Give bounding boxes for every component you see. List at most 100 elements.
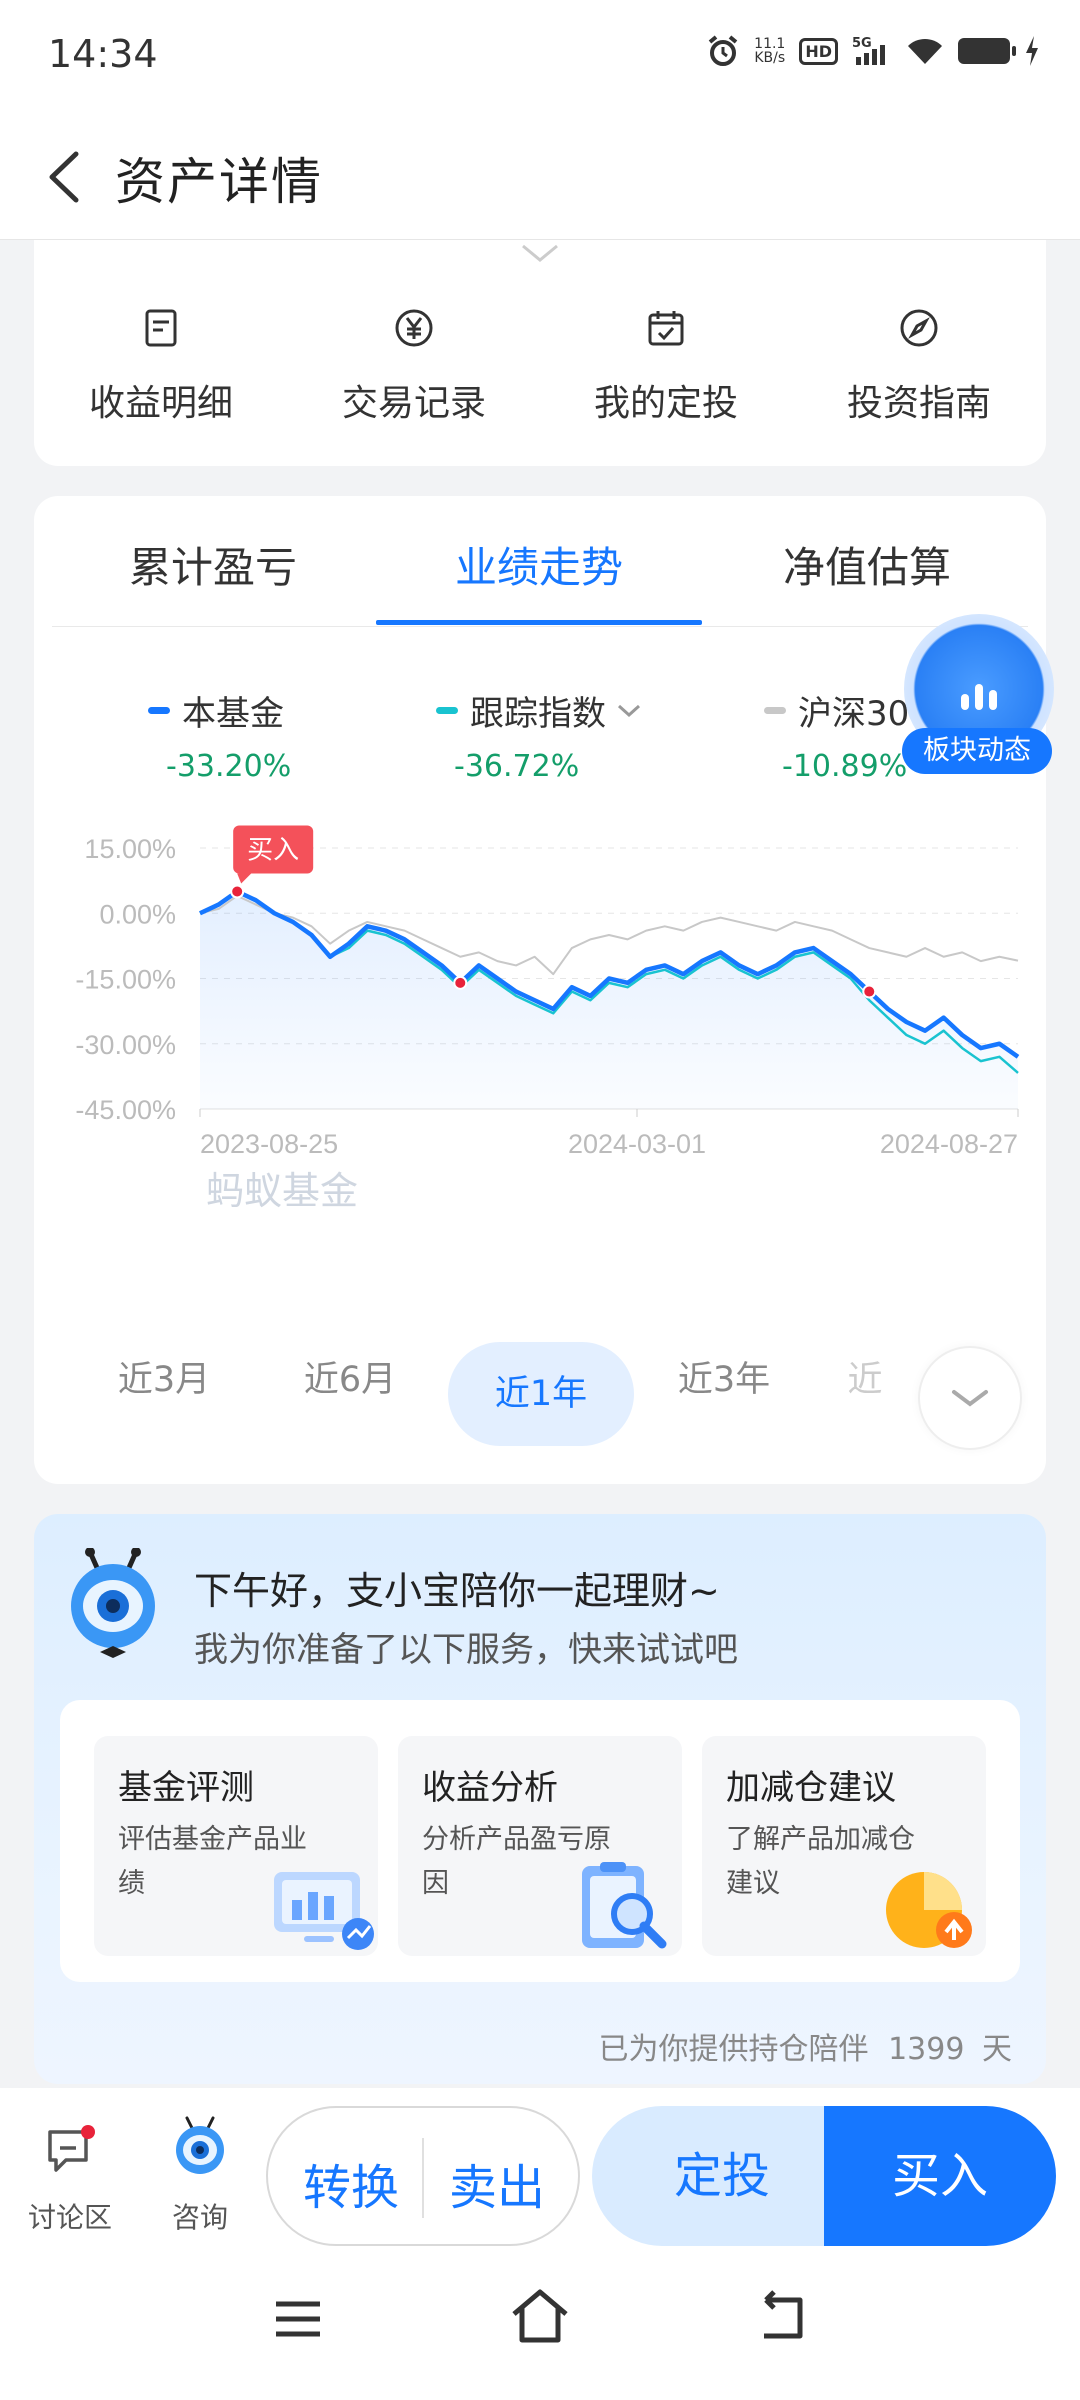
footer-days: 1399 [888,2032,965,2067]
assistant-greeting: 下午好，支小宝陪你一起理财~ [194,1569,720,1613]
y-tick-label: -30.00% [75,1030,176,1060]
legend-tracking-index[interactable]: 跟踪指数 -36.72% [436,686,644,784]
status-time: 14:34 [48,32,158,76]
charging-icon [1026,36,1038,66]
net-speed: 11.1 KB/s [754,36,786,66]
tab-divider [52,626,1028,627]
back-arrow-icon[interactable] [36,142,96,212]
legend-fund: 本基金 -33.20% [148,686,291,784]
pie-chart-icon [886,1872,972,1948]
buy-tag-pointer [237,873,252,884]
svg-text:5G: 5G [852,36,872,51]
mascot-consult-icon [176,2116,224,2174]
quick-actions-card: 收益明细 交易记录 我的定投 投资指南 [34,240,1046,466]
footer-suffix: 天 [982,2032,1012,2067]
quick-action-invest-guide[interactable]: 投资指南 [809,308,1029,426]
service-title: 加减仓建议 [726,1768,896,1808]
y-tick-label: 0.00% [99,899,176,929]
chart-watermark: 蚂蚁基金 [206,1171,358,1213]
tab-nav-estimate[interactable]: 净值估算 [702,534,1032,595]
convert-sell-group: 转换 卖出 [266,2106,580,2246]
quick-action-my-dingtou[interactable]: 我的定投 [556,308,776,426]
sell-button[interactable]: 卖出 [422,2148,572,2218]
collapse-chevron-icon[interactable] [519,242,561,266]
quick-action-label: 投资指南 [846,383,991,424]
page-title: 资产详情 [115,153,323,211]
fund-area-fill [200,891,1018,1109]
compass-icon [900,309,938,347]
monitor-chart-icon [274,1872,374,1950]
system-nav-bar [0,2250,1080,2400]
service-fund-evaluation[interactable]: 基金评测 评估基金产品业绩 [94,1736,378,1956]
period-1y[interactable]: 近1年 [448,1342,634,1446]
legend-value: -33.20% [166,749,292,784]
discuss-label: 讨论区 [27,2201,112,2234]
consult-button[interactable]: 咨询 [140,2088,260,2250]
yen-circle-icon [395,309,433,347]
period-3m[interactable]: 近3月 [74,1351,254,1402]
legend-value: -36.72% [454,749,580,784]
status-icons: 11.1 KB/s HD 5G [706,34,1040,68]
quick-action-profit-detail[interactable]: 收益明细 [51,308,271,426]
discuss-button[interactable]: 讨论区 [10,2088,130,2250]
status-bar: 14:34 11.1 KB/s HD 5G [0,0,1080,112]
y-tick-label: 15.00% [84,834,176,864]
assistant-subtitle: 我为你准备了以下服务，快来试试吧 [194,1630,738,1670]
x-tick-label: 2024-08-27 [880,1129,1018,1159]
y-tick-label: -45.00% [75,1095,176,1125]
legend-name: 本基金 [182,694,284,734]
buy-button[interactable]: 买入 [824,2106,1056,2246]
service-title: 基金评测 [118,1768,254,1808]
convert-button[interactable]: 转换 [276,2148,426,2218]
buy-point-marker [453,975,468,990]
wifi-icon [908,38,942,64]
chat-bubble-icon [48,2125,95,2172]
calendar-check-icon [648,311,684,346]
back-nav-icon[interactable] [752,2290,812,2346]
assistant-mascot-icon [71,1548,155,1658]
hd-icon: HD [799,37,838,65]
legend-name: 跟踪指数 [470,694,606,734]
tab-active-indicator [376,620,702,625]
footer-prefix: 已为你提供持仓陪伴 [598,2032,869,2067]
consult-label: 咨询 [171,2201,228,2234]
buy-point-marker [230,884,245,899]
quick-action-label: 交易记录 [341,383,486,424]
tab-cumulative-pnl[interactable]: 累计盈亏 [48,534,378,595]
service-title: 收益分析 [422,1768,558,1808]
bottom-action-bar: 讨论区 咨询 转换 卖出 定投 买入 [0,2088,1080,2250]
buy-tag-label: 买入 [247,836,299,866]
period-expand-button[interactable] [918,1346,1022,1450]
alarm-icon [708,35,738,66]
battery-icon [958,38,1016,64]
quick-action-label: 收益明细 [88,383,233,424]
quick-action-label: 我的定投 [593,383,738,424]
tab-performance-trend[interactable]: 业绩走势 [374,534,704,595]
legend-swatch [436,707,458,714]
home-icon[interactable] [506,2286,574,2346]
magnifier-report-icon [582,1862,667,1949]
y-tick-label: -15.00% [75,965,176,995]
chevron-down-icon [617,704,641,717]
list-icon [145,309,177,347]
period-6m[interactable]: 近6月 [260,1351,440,1402]
legend-swatch [148,707,170,714]
buy-point-marker [862,984,877,999]
service-position-advice[interactable]: 加减仓建议 了解产品加减仓建议 [702,1736,986,1956]
signal-5g-icon: 5G [852,36,885,65]
quick-action-trade-records[interactable]: 交易记录 [304,308,524,426]
page-header: 资产详情 [0,112,1080,240]
period-3y[interactable]: 近3年 [634,1351,814,1402]
assistant-services-panel: 基金评测 评估基金产品业绩 收益分析 分析产品盈亏原因 加减仓建议 了解产品加减… [60,1700,1020,1982]
dingtou-button[interactable]: 定投 [592,2106,852,2246]
performance-chart: 15.00% 0.00% -15.00% -30.00% -45.00% 蚂蚁基金 买入… [75,825,1020,1213]
assistant-card: 下午好，支小宝陪你一起理财~ 我为你准备了以下服务，快来试试吧 基金评测 评估基… [34,1514,1046,2084]
performance-card: 累计盈亏 业绩走势 净值估算 本基金 -33.20% 跟踪指数 -36.72% … [34,496,1054,1484]
menu-icon[interactable] [270,2294,326,2344]
buy-tag: 买入 [233,825,314,884]
sector-dynamics-label[interactable]: 板块动态 [902,728,1052,774]
legend-swatch [764,707,786,714]
service-profit-analysis[interactable]: 收益分析 分析产品盈亏原因 [398,1736,682,1956]
period-more-truncated[interactable]: 近 [820,1351,910,1402]
x-tick-label: 2024-03-01 [568,1129,706,1159]
